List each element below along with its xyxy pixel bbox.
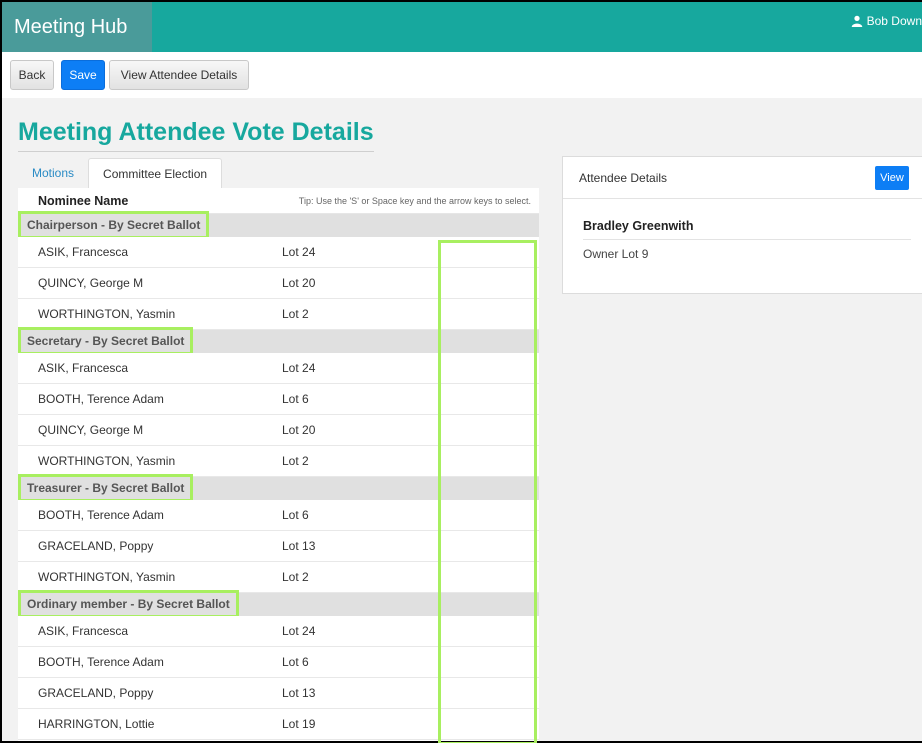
vote-cell[interactable] bbox=[440, 299, 535, 329]
vote-cell[interactable] bbox=[440, 562, 535, 592]
vote-cell[interactable] bbox=[440, 415, 535, 445]
vote-cell[interactable] bbox=[440, 531, 535, 561]
vote-cell[interactable] bbox=[440, 678, 535, 708]
table-row[interactable]: GRACELAND, Poppy Lot 13 bbox=[18, 678, 539, 709]
nominee-lot: Lot 13 bbox=[282, 539, 316, 553]
nominee-lot: Lot 20 bbox=[282, 276, 316, 290]
group-label: Ordinary member - By Secret Ballot bbox=[18, 590, 239, 618]
nominee-name: ASIK, Francesca bbox=[38, 624, 129, 638]
nominee-lot: Lot 6 bbox=[282, 392, 309, 406]
table-row[interactable]: BOOTH, Terence Adam Lot 6 bbox=[18, 384, 539, 415]
nominee-lot: Lot 2 bbox=[282, 454, 309, 468]
group-row-treasurer: Treasurer - By Secret Ballot bbox=[18, 474, 539, 502]
table-row[interactable]: BOOTH, Terence Adam Lot 6 bbox=[18, 647, 539, 678]
nominee-lot: Lot 20 bbox=[282, 423, 316, 437]
table-row[interactable]: WORTHINGTON, Yasmin Lot 2 bbox=[18, 446, 539, 477]
nominee-lot: Lot 2 bbox=[282, 307, 309, 321]
user-icon bbox=[851, 15, 862, 27]
nominee-name: ASIK, Francesca bbox=[38, 361, 129, 375]
back-button[interactable]: Back bbox=[10, 60, 54, 90]
group-row-chairperson: Chairperson - By Secret Ballot bbox=[18, 211, 539, 239]
page-title: Meeting Attendee Vote Details bbox=[18, 118, 374, 152]
table-row[interactable]: GRACELAND, Poppy Lot 13 bbox=[18, 531, 539, 562]
vote-cell[interactable] bbox=[440, 268, 535, 298]
selection-tip: Tip: Use the 'S' or Space key and the ar… bbox=[298, 195, 531, 206]
group-label: Treasurer - By Secret Ballot bbox=[18, 474, 194, 502]
nominee-lot: Lot 13 bbox=[282, 686, 316, 700]
save-button[interactable]: Save bbox=[61, 60, 105, 90]
vote-cell[interactable] bbox=[440, 446, 535, 476]
nominee-lot: Lot 24 bbox=[282, 361, 316, 375]
nominee-name: WORTHINGTON, Yasmin bbox=[38, 307, 176, 321]
table-row[interactable]: ASIK, Francesca Lot 24 bbox=[18, 353, 539, 384]
top-bar: Meeting Hub Bob Down bbox=[2, 2, 922, 52]
panel-title: Attendee Details bbox=[579, 170, 668, 185]
nominee-lot: Lot 6 bbox=[282, 508, 309, 522]
nominee-lot: Lot 6 bbox=[282, 655, 309, 669]
nominee-lot: Lot 19 bbox=[282, 717, 316, 731]
vote-cell[interactable] bbox=[440, 384, 535, 414]
attendee-details-panel: Attendee Details View Bradley Greenwith … bbox=[562, 156, 922, 294]
table-row[interactable]: BOOTH, Terence Adam Lot 6 bbox=[18, 500, 539, 531]
table-row[interactable]: QUINCY, George M Lot 20 bbox=[18, 268, 539, 299]
table-row[interactable]: HARRINGTON, Lottie Lot 19 bbox=[18, 709, 539, 740]
vote-cell[interactable] bbox=[440, 616, 535, 646]
view-attendee-details-button[interactable]: View Attendee Details bbox=[109, 60, 249, 90]
vote-cell[interactable] bbox=[440, 237, 535, 267]
nominee-name: BOOTH, Terence Adam bbox=[38, 508, 164, 522]
nominee-name: WORTHINGTON, Yasmin bbox=[38, 454, 176, 468]
nominee-name-header[interactable]: Nominee Name bbox=[38, 194, 128, 208]
group-label: Secretary - By Secret Ballot bbox=[18, 327, 194, 355]
group-row-ordinary-member: Ordinary member - By Secret Ballot bbox=[18, 590, 539, 618]
nominee-name: QUINCY, George M bbox=[38, 423, 144, 437]
vote-cell[interactable] bbox=[440, 353, 535, 383]
vote-cell[interactable] bbox=[440, 500, 535, 530]
app-title[interactable]: Meeting Hub bbox=[2, 2, 152, 52]
group-row-secretary: Secretary - By Secret Ballot bbox=[18, 327, 539, 355]
attendee-name: Bradley Greenwith bbox=[583, 219, 911, 240]
nominee-lot: Lot 24 bbox=[282, 624, 316, 638]
table-row[interactable]: WORTHINGTON, Yasmin Lot 2 bbox=[18, 562, 539, 593]
nominee-lot: Lot 2 bbox=[282, 570, 309, 584]
view-button[interactable]: View bbox=[875, 166, 909, 190]
nominee-name: QUINCY, George M bbox=[38, 276, 144, 290]
user-menu[interactable]: Bob Down bbox=[851, 14, 922, 28]
group-label: Chairperson - By Secret Ballot bbox=[18, 211, 210, 239]
table-row[interactable]: ASIK, Francesca Lot 24 bbox=[18, 616, 539, 647]
toolbar: Back Save View Attendee Details bbox=[2, 52, 922, 98]
vote-cell[interactable] bbox=[440, 647, 535, 677]
nominee-name: BOOTH, Terence Adam bbox=[38, 655, 164, 669]
nominee-lot: Lot 24 bbox=[282, 245, 316, 259]
nominee-grid: Nominee Name Tip: Use the 'S' or Space k… bbox=[18, 188, 539, 743]
tab-committee-election[interactable]: Committee Election bbox=[88, 158, 223, 188]
attendee-info: Owner Lot 9 bbox=[583, 247, 649, 261]
table-row[interactable]: ASIK, Francesca Lot 24 bbox=[18, 237, 539, 268]
nominee-name: BOOTH, Terence Adam bbox=[38, 392, 164, 406]
panel-header: Attendee Details View bbox=[563, 157, 922, 199]
tab-motions[interactable]: Motions bbox=[18, 158, 88, 188]
main-content: Meeting Attendee Vote Details Motions Co… bbox=[2, 98, 922, 743]
table-row[interactable]: QUINCY, George M Lot 20 bbox=[18, 415, 539, 446]
nominee-name: GRACELAND, Poppy bbox=[38, 539, 154, 553]
nominee-name: WORTHINGTON, Yasmin bbox=[38, 570, 176, 584]
nominee-name: ASIK, Francesca bbox=[38, 245, 129, 259]
tab-bar: Motions Committee Election bbox=[18, 158, 223, 188]
nominee-name: HARRINGTON, Lottie bbox=[38, 717, 155, 731]
nominee-name: GRACELAND, Poppy bbox=[38, 686, 154, 700]
vote-cell[interactable] bbox=[440, 709, 535, 739]
user-name: Bob Down bbox=[866, 14, 922, 28]
table-row[interactable]: WORTHINGTON, Yasmin Lot 2 bbox=[18, 299, 539, 330]
